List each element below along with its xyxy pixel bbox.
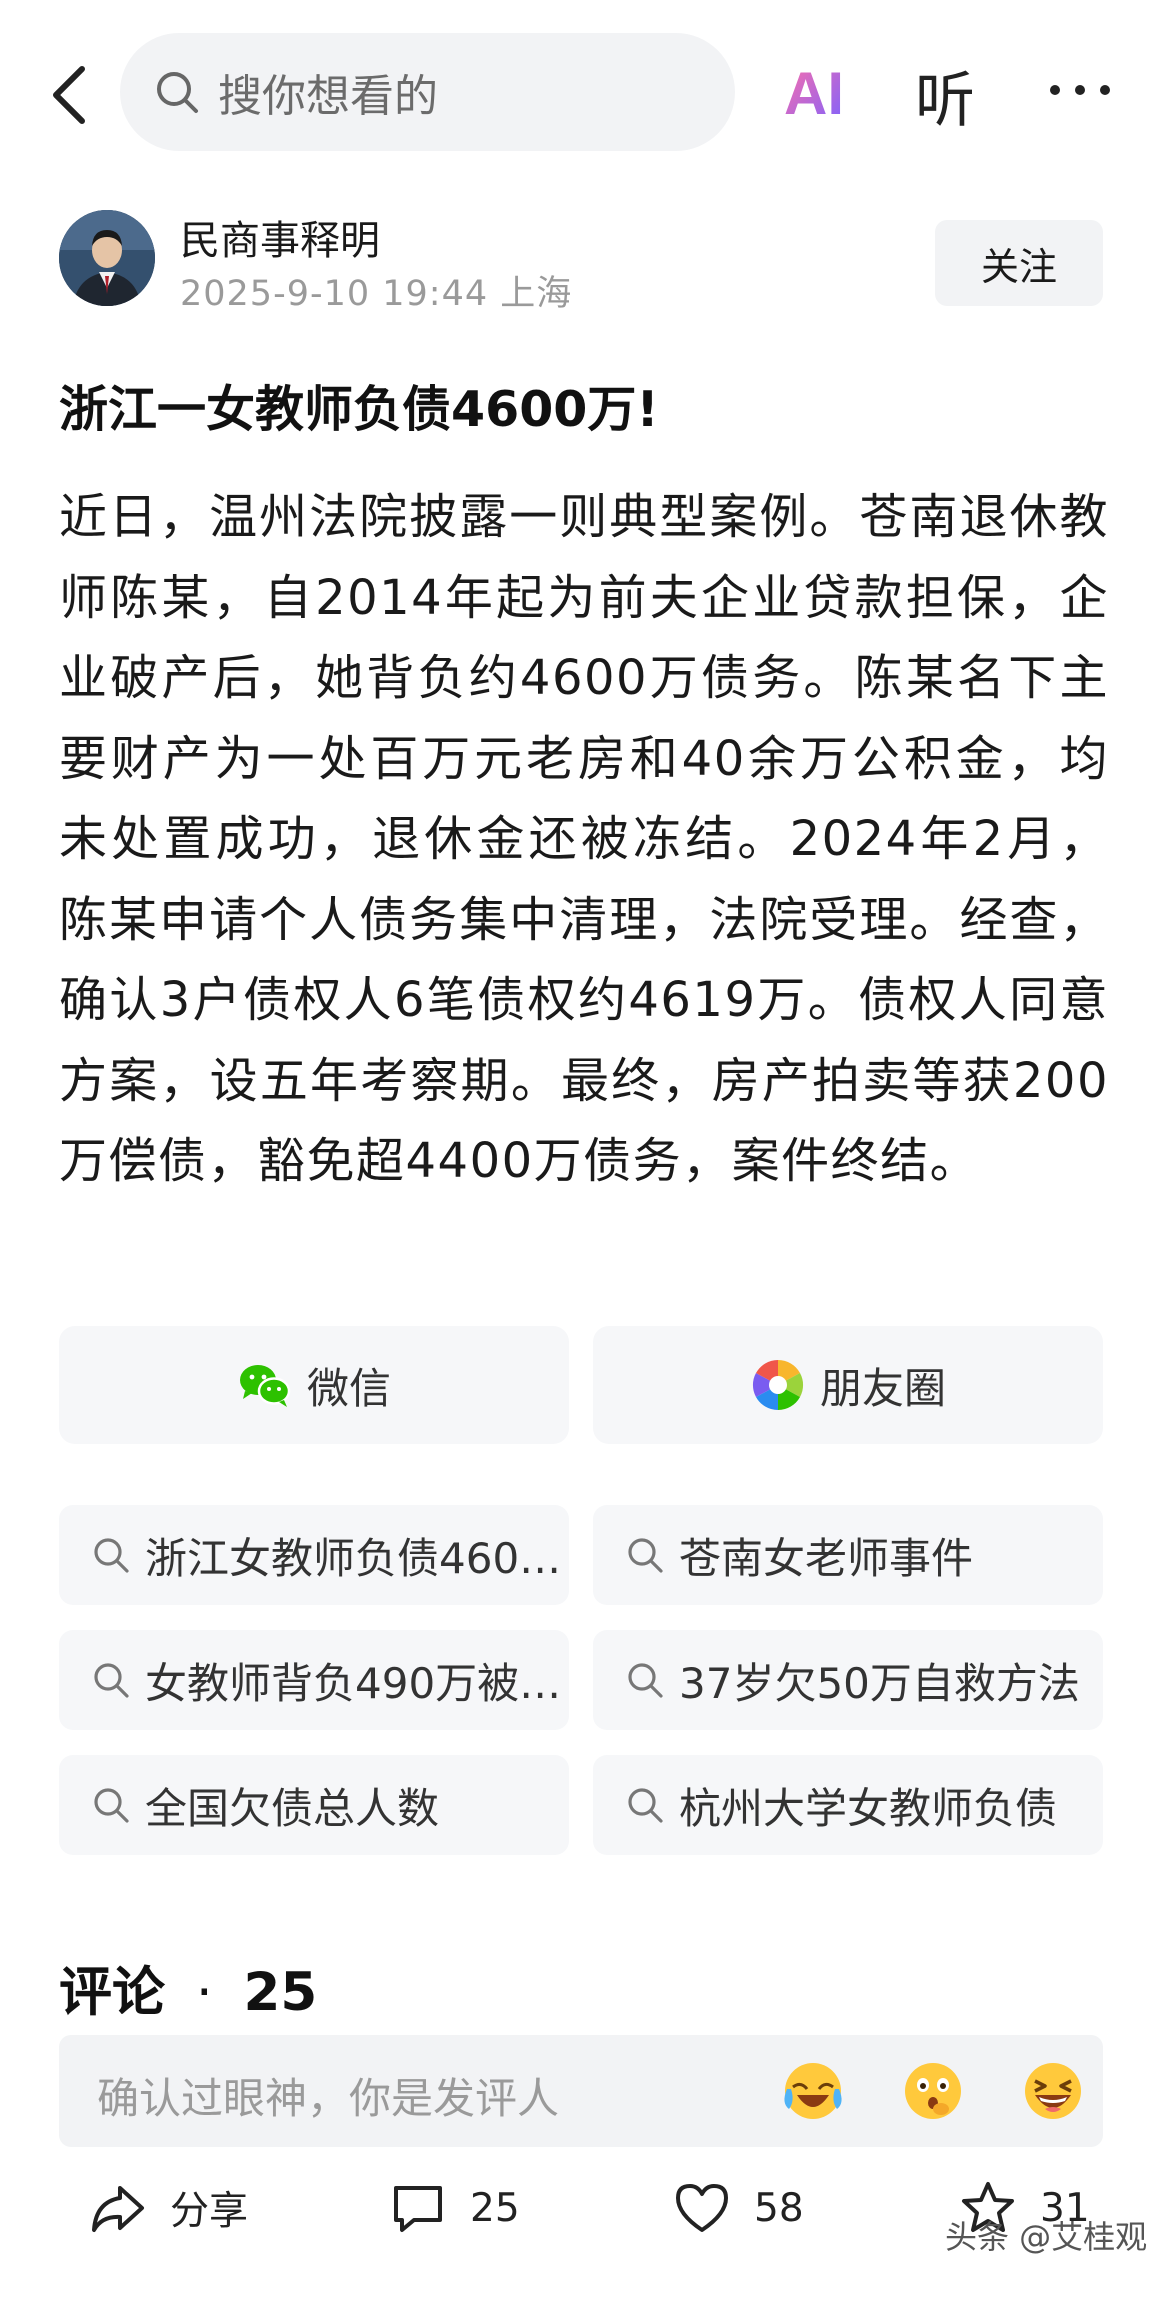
share-action-label: 分享 [170,2189,249,2234]
post-meta: 2025-9-10 19:44 上海 [180,274,573,314]
surprised-emoji-icon[interactable] [901,2059,965,2123]
search-icon [628,1538,663,1573]
back-arrow-icon [53,66,85,124]
more-button[interactable] [1045,60,1115,120]
related-search-label: 浙江女教师负债4600万 [145,1533,565,1583]
search-icon [94,1663,129,1698]
related-search-chip[interactable]: 女教师背负490万被法院判决 [59,1630,569,1730]
search-bar[interactable]: 搜你想看的 [120,33,735,151]
grinning-emoji-icon[interactable] [1021,2059,1085,2123]
related-search-chip[interactable]: 37岁欠50万自救方法 [593,1630,1103,1730]
watermark: 头条 @艾桂观 [945,2218,1148,2256]
share-moments-button[interactable]: 朋友圈 [593,1326,1103,1444]
search-icon [94,1538,129,1573]
search-icon [628,1663,663,1698]
search-placeholder: 搜你想看的 [218,71,438,122]
related-search-label: 苍南女老师事件 [679,1533,974,1583]
follow-button[interactable]: 关注 [935,220,1103,306]
comments-heading: 评论 · 25 [59,1962,318,2023]
related-search-chip[interactable]: 浙江女教师负债4600万 [59,1505,569,1605]
author-avatar[interactable] [59,210,155,306]
comment-bubble-icon [394,2186,442,2232]
comment-action[interactable]: 25 [388,2178,520,2238]
laughing-crying-emoji-icon[interactable] [781,2059,845,2123]
related-search-label: 37岁欠50万自救方法 [679,1658,1080,1708]
share-action[interactable]: 分享 [88,2178,248,2238]
search-icon [94,1788,129,1823]
share-wechat-label: 微信 [306,1363,391,1413]
related-search-chip[interactable]: 杭州大学女教师负债 [593,1755,1103,1855]
related-search-label: 女教师背负490万被法院判决 [145,1658,565,1708]
related-search-chip[interactable]: 苍南女老师事件 [593,1505,1103,1605]
comment-input[interactable]: 确认过眼神，你是发评人 [59,2035,1103,2147]
avatar-image [59,210,155,306]
article-title: 浙江一女教师负债4600万! [59,381,659,438]
article-body: 近日，温州法院披露一则典型案例。苍南退休教师陈某，自2014年起为前夫企业贷款担… [59,489,1109,1189]
related-search-label: 全国欠债总人数 [145,1783,440,1833]
related-search-label: 杭州大学女教师负债 [679,1783,1058,1833]
moments-icon [752,1359,804,1411]
comments-count: 25 [243,1962,318,2023]
more-dots-icon [1050,85,1110,95]
ai-icon: AI [784,60,844,127]
author-name[interactable]: 民商事释明 [180,208,380,266]
heart-icon [676,2184,728,2232]
search-icon [157,72,198,113]
comment-placeholder: 确认过眼神，你是发评人 [97,2074,560,2123]
share-moments-label: 朋友圈 [819,1363,946,1413]
listen-button[interactable]: 听 [915,52,975,139]
like-action[interactable]: 58 [672,2178,804,2238]
share-arrow-icon [92,2186,144,2232]
comments-title: 评论 [59,1962,165,2023]
wechat-icon [239,1365,291,1407]
share-wechat-button[interactable]: 微信 [59,1326,569,1444]
like-action-count: 58 [754,2185,804,2231]
search-icon [628,1788,663,1823]
back-button[interactable] [40,55,100,135]
svg-text:AI: AI [784,60,844,127]
comment-action-count: 25 [470,2185,520,2231]
related-search-chip[interactable]: 全国欠债总人数 [59,1755,569,1855]
ai-button[interactable]: AI [784,52,852,132]
